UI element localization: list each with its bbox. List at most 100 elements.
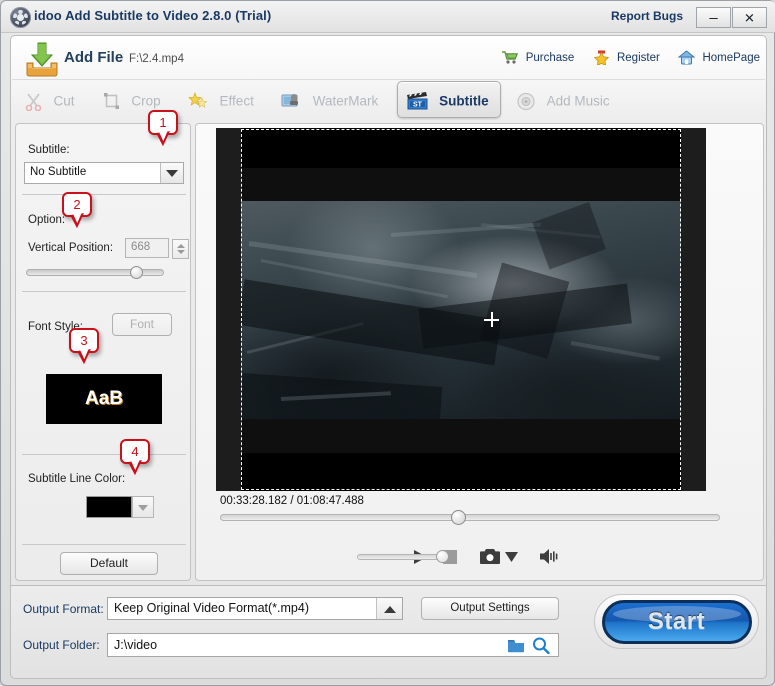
video-stage[interactable] [216, 128, 706, 491]
seek-slider[interactable] [220, 514, 720, 521]
minimize-button[interactable]: – [696, 7, 731, 28]
star-icon [593, 50, 610, 65]
chevron-down-icon [166, 170, 178, 177]
output-format-arrow[interactable] [376, 598, 402, 619]
tab-add-music-label: Add Music [547, 93, 610, 108]
homepage-link[interactable]: HomePage [678, 50, 760, 65]
subtitle-line-color-dropdown[interactable] [132, 496, 154, 518]
magnifier-icon[interactable] [532, 637, 550, 654]
toolbar-divider [12, 79, 765, 80]
vertical-position-slider[interactable] [26, 269, 164, 276]
tab-cut[interactable]: Cut [15, 81, 86, 118]
crosshair-icon [484, 312, 499, 327]
start-button[interactable]: Start [594, 594, 759, 649]
subtitle-select-arrow[interactable] [160, 163, 183, 183]
homepage-link-label: HomePage [702, 52, 760, 64]
register-link[interactable]: Register [593, 50, 660, 65]
default-button[interactable]: Default [60, 552, 158, 575]
film-reel-icon [10, 7, 31, 28]
speaker-icon[interactable] [539, 548, 561, 565]
letterbox-bottom-soft [241, 419, 681, 453]
subtitle-clapper-icon: ST [406, 90, 429, 111]
output-format-label: Output Format: [23, 602, 104, 616]
tab-cut-label: Cut [53, 93, 74, 108]
vertical-position-value: 668 [131, 241, 150, 253]
option-label: Option: [28, 214, 65, 226]
callout-3: 3 [69, 328, 99, 354]
callout-tail [77, 349, 93, 365]
svg-text:ST: ST [413, 102, 423, 109]
subtitle-line-color-swatch[interactable] [86, 496, 132, 518]
top-links: Purchase Register HomePage [487, 49, 760, 71]
tab-subtitle[interactable]: ST Subtitle [397, 81, 501, 118]
video-preview-panel: 00:33:28.182 / 01:08:47.488 [195, 123, 764, 581]
register-link-label: Register [617, 52, 660, 64]
purchase-link-label: Purchase [526, 52, 575, 64]
video-frame [241, 128, 681, 491]
tab-effect[interactable]: Effect [179, 81, 266, 118]
crop-icon [102, 92, 121, 111]
close-icon: ✕ [733, 11, 766, 24]
output-settings-button[interactable]: Output Settings [421, 597, 559, 620]
toolbar-area: Add File F:\2.4.mp4 Purchase Register [10, 35, 767, 120]
vertical-position-spin-buttons[interactable] [172, 239, 189, 259]
folder-icon[interactable] [507, 638, 525, 653]
purchase-link[interactable]: Purchase [501, 50, 575, 65]
sparkle-star-icon [188, 92, 209, 111]
letterbox-top-soft [241, 168, 681, 201]
callout-tail [70, 213, 86, 229]
report-bugs-link[interactable]: Report Bugs [611, 9, 683, 23]
subtitle-select-value: No Subtitle [30, 166, 86, 178]
letterbox-top [241, 128, 681, 168]
tab-bar: Cut Crop Effect [15, 81, 624, 120]
divider-4 [22, 544, 186, 545]
callout-tail [128, 460, 144, 476]
divider-2 [22, 291, 186, 292]
caret-down-icon[interactable] [505, 552, 518, 562]
vertical-position-stepper[interactable]: 668 [125, 238, 169, 258]
window-title: idoo Add Subtitle to Video 2.8.0 (Trial) [34, 8, 271, 23]
output-folder-value: J:\video [114, 638, 157, 652]
subtitle-select[interactable]: No Subtitle [24, 162, 184, 184]
output-bar: Output Format: Keep Original Video Forma… [10, 586, 767, 679]
tab-watermark-label: WaterMark [313, 93, 379, 108]
output-format-select[interactable]: Keep Original Video Format(*.mp4) [107, 597, 403, 620]
letterbox-bottom [241, 453, 681, 491]
shopping-cart-icon [501, 50, 519, 65]
home-icon [678, 50, 695, 65]
camera-icon[interactable] [480, 548, 500, 565]
close-button[interactable]: ✕ [732, 7, 767, 28]
tab-crop-label: Crop [131, 93, 160, 108]
title-bar: idoo Add Subtitle to Video 2.8.0 (Trial)… [1, 1, 775, 33]
music-disc-icon [516, 92, 536, 111]
subtitle-line-color-label: Subtitle Line Color: [28, 473, 125, 485]
subtitle-label: Subtitle: [28, 144, 70, 156]
watermark-stamp-icon [281, 92, 302, 111]
tab-effect-label: Effect [220, 93, 254, 108]
tab-watermark[interactable]: WaterMark [272, 81, 390, 118]
subtitle-settings-panel: Subtitle: No Subtitle Option: Vertical P… [15, 123, 191, 581]
start-button-inner: Start [602, 600, 752, 644]
callout-2: 2 [62, 192, 92, 218]
divider-1 [22, 194, 186, 195]
chevron-down-icon [138, 505, 148, 511]
scissors-icon [24, 92, 43, 111]
callout-1: 1 [148, 110, 178, 136]
add-file-button[interactable]: Add File [64, 49, 123, 66]
divider-3 [22, 454, 186, 455]
timecode-display: 00:33:28.182 / 01:08:47.488 [220, 495, 364, 507]
vertical-position-slider-thumb[interactable] [130, 266, 143, 279]
callout-tail [156, 131, 172, 147]
vertical-position-label: Vertical Position: [28, 242, 113, 254]
video-image [241, 201, 681, 419]
seek-slider-thumb[interactable] [451, 510, 466, 525]
tab-add-music[interactable]: Add Music [507, 81, 621, 118]
font-button[interactable]: Font [112, 313, 172, 336]
output-folder-input[interactable]: J:\video [107, 633, 559, 657]
download-arrow-icon [23, 41, 61, 77]
start-button-label: Start [648, 608, 705, 636]
application-window: idoo Add Subtitle to Video 2.8.0 (Trial)… [0, 0, 775, 686]
volume-slider[interactable] [357, 554, 445, 560]
minimize-icon: – [697, 10, 730, 25]
volume-slider-thumb[interactable] [436, 550, 449, 563]
